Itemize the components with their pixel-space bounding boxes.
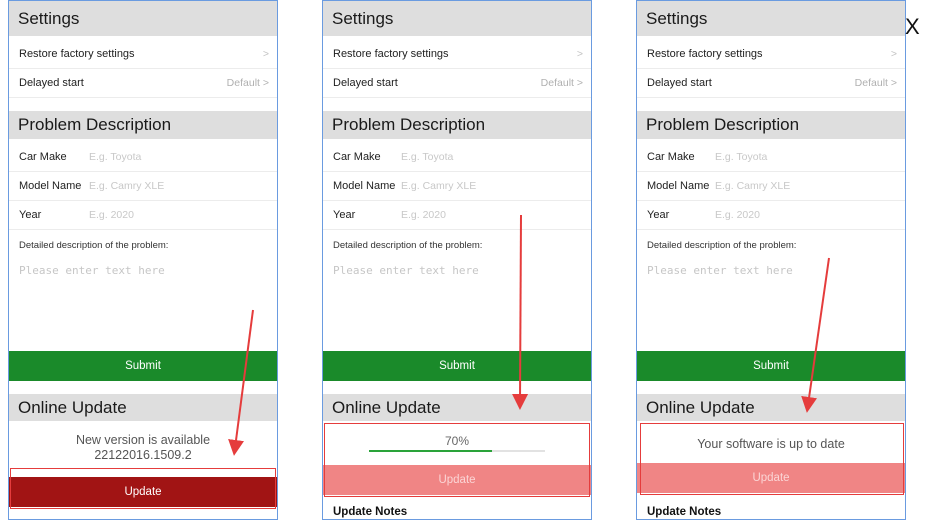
- annotation-arrow-1: [228, 309, 254, 456]
- annotation-arrows: [228, 214, 830, 456]
- annotation-arrow-2: [512, 214, 529, 410]
- annotation-arrow-3: [801, 257, 830, 413]
